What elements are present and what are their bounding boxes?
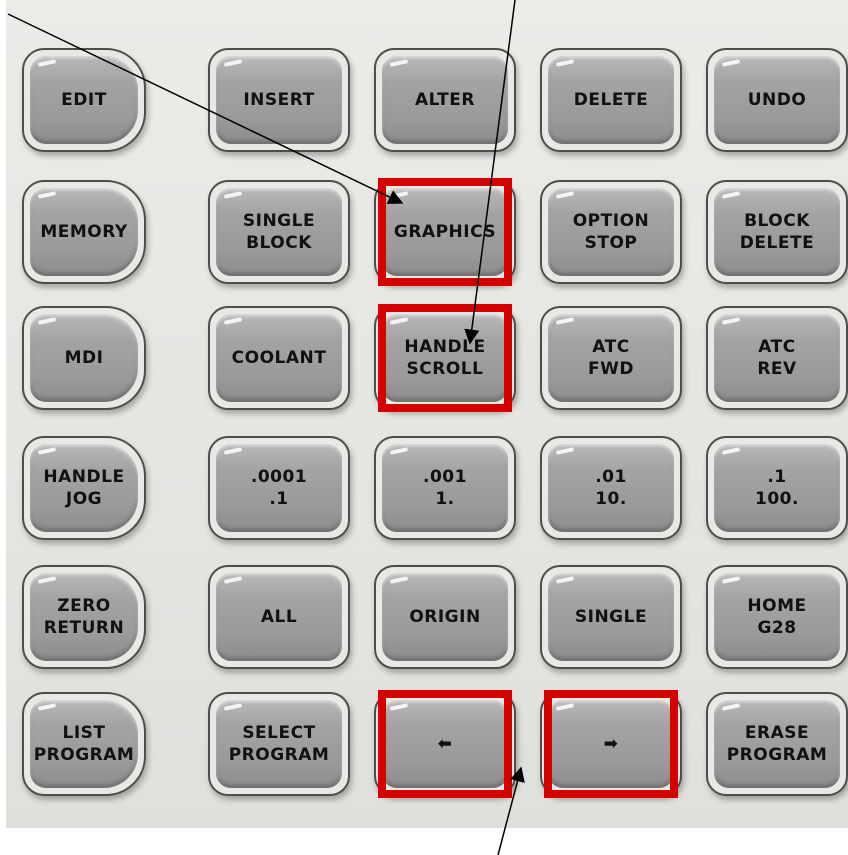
pointer-arrow-handle-scroll [464,0,516,345]
pointer-arrow-graphics [7,13,404,204]
annotation-pointers [7,0,525,855]
pointer-arrow-jog-arrows [497,766,525,855]
